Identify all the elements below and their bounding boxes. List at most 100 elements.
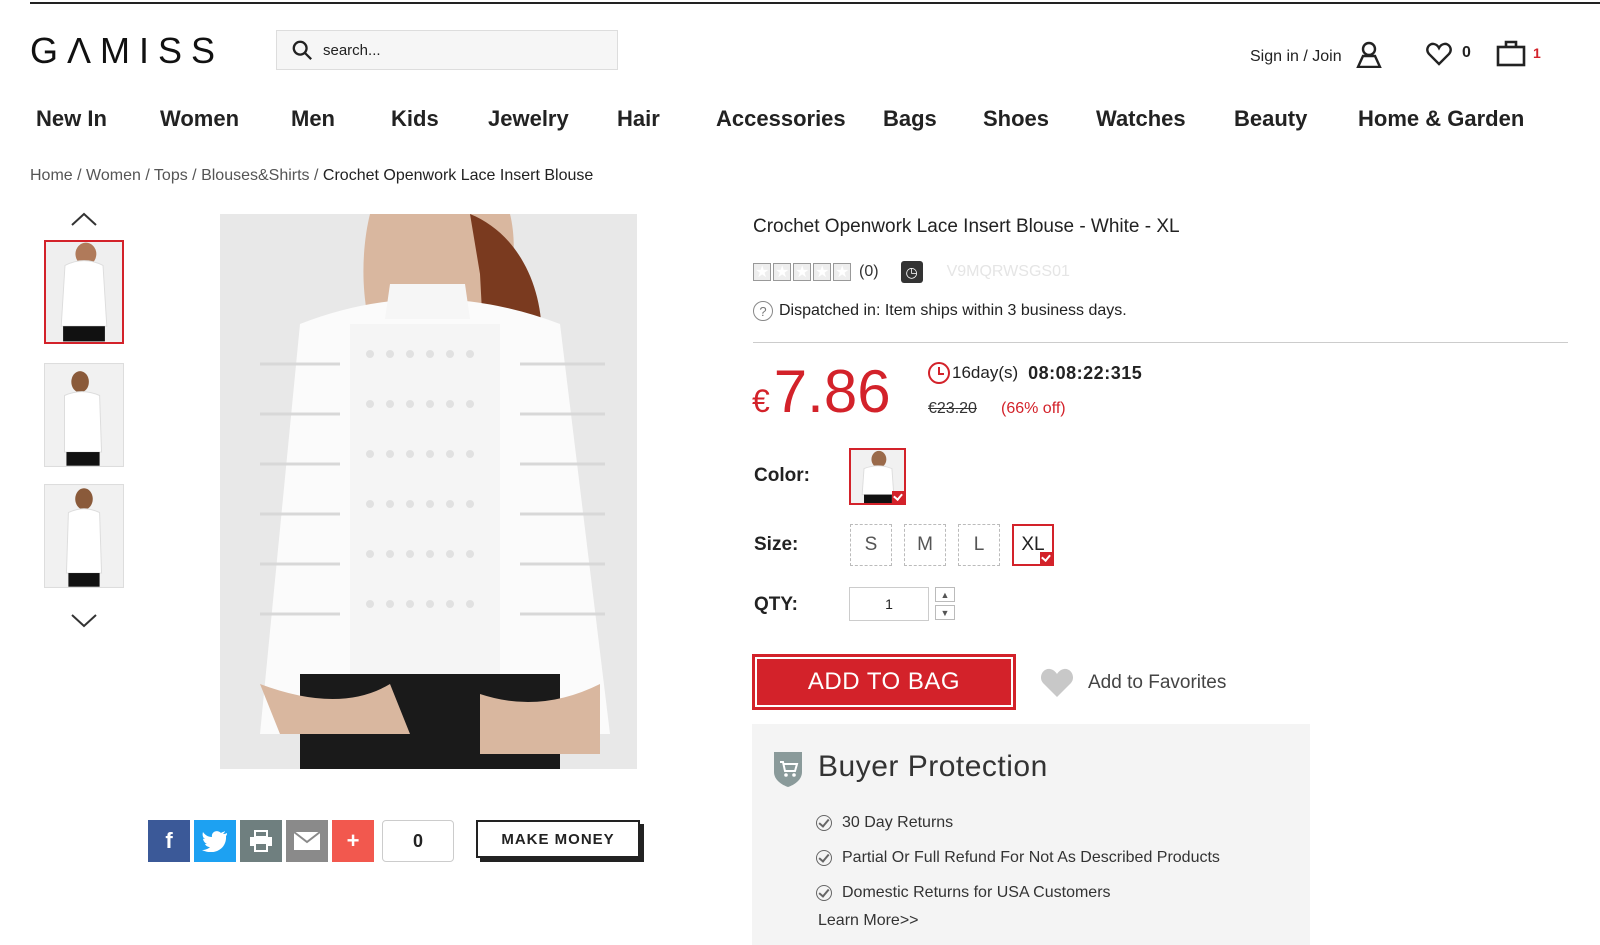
search-placeholder[interactable]: search... xyxy=(323,42,381,59)
make-money-button[interactable]: MAKE MONEY xyxy=(476,820,640,858)
help-icon[interactable]: ? xyxy=(753,301,773,321)
countdown-days: 16day(s) xyxy=(952,363,1019,382)
color-swatch-white[interactable] xyxy=(849,448,906,505)
size-option-m[interactable]: M xyxy=(904,524,946,566)
print-button[interactable] xyxy=(240,820,282,862)
dispatch-info: ? Dispatched in: Item ships within 3 bus… xyxy=(753,301,1127,321)
breadcrumb-blouses[interactable]: Blouses&Shirts xyxy=(201,167,310,184)
plus-icon: + xyxy=(346,828,360,853)
selected-check-icon xyxy=(1040,552,1052,564)
star-icon xyxy=(813,262,831,282)
nav-item-watches[interactable]: Watches xyxy=(1096,106,1186,132)
twitter-share-button[interactable] xyxy=(194,820,236,862)
discount-label: (66% off) xyxy=(1001,400,1066,417)
protection-item-text: 30 Day Returns xyxy=(842,813,954,831)
blouse-thumbnail-image xyxy=(45,364,123,466)
nav-item-kids[interactable]: Kids xyxy=(391,106,439,132)
nav-item-hair[interactable]: Hair xyxy=(617,106,660,132)
nav-item-shoes[interactable]: Shoes xyxy=(983,106,1049,132)
add-to-favorites-link[interactable]: Add to Favorites xyxy=(1088,672,1226,694)
star-icon xyxy=(773,262,791,282)
heart-icon[interactable] xyxy=(1040,668,1074,698)
price-value: 7.86 xyxy=(773,358,891,425)
signin-link[interactable]: Sign in / Join xyxy=(1250,48,1342,66)
protection-item-text: Domestic Returns for USA Customers xyxy=(842,883,1111,901)
size-option-l[interactable]: L xyxy=(958,524,1000,566)
chevron-down-icon[interactable] xyxy=(70,612,98,630)
product-title: Crochet Openwork Lace Insert Blouse - Wh… xyxy=(753,216,1180,237)
breadcrumb-women[interactable]: Women xyxy=(86,167,141,184)
size-option-xl[interactable]: XL xyxy=(1012,524,1054,566)
facebook-share-button[interactable]: f xyxy=(148,820,190,862)
user-icon[interactable] xyxy=(1356,40,1382,68)
nav-item-bags[interactable]: Bags xyxy=(883,106,937,132)
breadcrumb: Home / Women / Tops / Blouses&Shirts / C… xyxy=(30,167,594,184)
thumbnail-1[interactable] xyxy=(44,240,124,344)
breadcrumb-home[interactable]: Home xyxy=(30,167,73,184)
email-icon xyxy=(293,831,321,850)
protection-item: Domestic Returns for USA Customers xyxy=(816,875,1220,910)
product-sku: V9MQRWSGS01 xyxy=(946,263,1070,280)
nav-item-accessories[interactable]: Accessories xyxy=(716,106,846,132)
account-bar: Sign in / Join 0 1 xyxy=(1250,38,1600,78)
countdown-clock-icon xyxy=(928,362,950,384)
color-label: Color: xyxy=(754,465,810,486)
countdown-time: 08:08:22:315 xyxy=(1028,362,1143,383)
share-bar: f + 0 xyxy=(148,820,454,862)
product-price: € 7.86 xyxy=(752,357,891,426)
nav-item-jewelry[interactable]: Jewelry xyxy=(488,106,569,132)
protection-item-text: Partial Or Full Refund For Not As Descri… xyxy=(842,848,1220,866)
more-share-button[interactable]: + xyxy=(332,820,374,862)
bag-count: 1 xyxy=(1533,45,1541,61)
thumbnail-3[interactable] xyxy=(44,484,124,588)
favorites-count: 0 xyxy=(1462,44,1471,61)
product-main-image[interactable] xyxy=(220,214,637,769)
rating-count[interactable]: (0) xyxy=(859,263,879,281)
size-option-s[interactable]: S xyxy=(850,524,892,566)
selected-check-icon xyxy=(892,491,904,503)
twitter-icon xyxy=(202,831,227,852)
learn-more-link[interactable]: Learn More>> xyxy=(818,912,919,930)
original-price: €23.20 xyxy=(928,400,977,417)
star-icon xyxy=(833,262,851,282)
size-label: Size: xyxy=(754,534,799,555)
site-logo[interactable]: GΛMISS xyxy=(30,30,224,72)
check-circle-icon xyxy=(816,814,832,831)
main-nav: New In Women Men Kids Jewelry Hair Acces… xyxy=(36,106,1596,142)
nav-item-men[interactable]: Men xyxy=(291,106,335,132)
chevron-up-icon: ▲ xyxy=(940,589,950,600)
share-count: 0 xyxy=(382,820,454,862)
breadcrumb-tops[interactable]: Tops xyxy=(154,167,188,184)
printer-icon xyxy=(250,830,272,852)
email-share-button[interactable] xyxy=(286,820,328,862)
quantity-decrease-button[interactable]: ▼ xyxy=(935,605,955,620)
star-icon xyxy=(793,262,811,282)
nav-item-new-in[interactable]: New In xyxy=(36,106,107,132)
buyer-protection-panel: Buyer Protection 30 Day Returns Partial … xyxy=(752,724,1310,945)
quantity-increase-button[interactable]: ▲ xyxy=(935,587,955,602)
search-icon[interactable] xyxy=(291,39,313,61)
breadcrumb-current: Crochet Openwork Lace Insert Blouse xyxy=(322,167,594,184)
thumbnail-2[interactable] xyxy=(44,363,124,467)
facebook-icon: f xyxy=(165,828,173,853)
buyer-protection-title: Buyer Protection xyxy=(818,750,1048,783)
search-input[interactable]: search... xyxy=(276,30,618,70)
nav-item-beauty[interactable]: Beauty xyxy=(1234,106,1307,132)
nav-item-women[interactable]: Women xyxy=(160,106,239,132)
add-to-bag-button[interactable]: ADD TO BAG xyxy=(752,654,1016,710)
chevron-up-icon[interactable] xyxy=(70,210,98,228)
blouse-main-image xyxy=(220,214,637,769)
top-border xyxy=(30,2,1600,4)
star-icon xyxy=(753,262,771,282)
nav-item-home-garden[interactable]: Home & Garden xyxy=(1358,106,1524,132)
product-rating: (0) ◷ V9MQRWSGS01 xyxy=(753,261,1070,283)
price-currency: € xyxy=(752,383,770,419)
protection-list: 30 Day Returns Partial Or Full Refund Fo… xyxy=(816,805,1220,910)
qty-label: QTY: xyxy=(754,594,798,615)
quantity-input[interactable]: 1 xyxy=(849,587,929,621)
protection-item: Partial Or Full Refund For Not As Descri… xyxy=(816,840,1220,875)
blouse-thumbnail-image xyxy=(45,485,123,587)
heart-icon[interactable] xyxy=(1426,42,1452,66)
bag-icon[interactable] xyxy=(1496,39,1526,67)
check-circle-icon xyxy=(816,884,832,901)
